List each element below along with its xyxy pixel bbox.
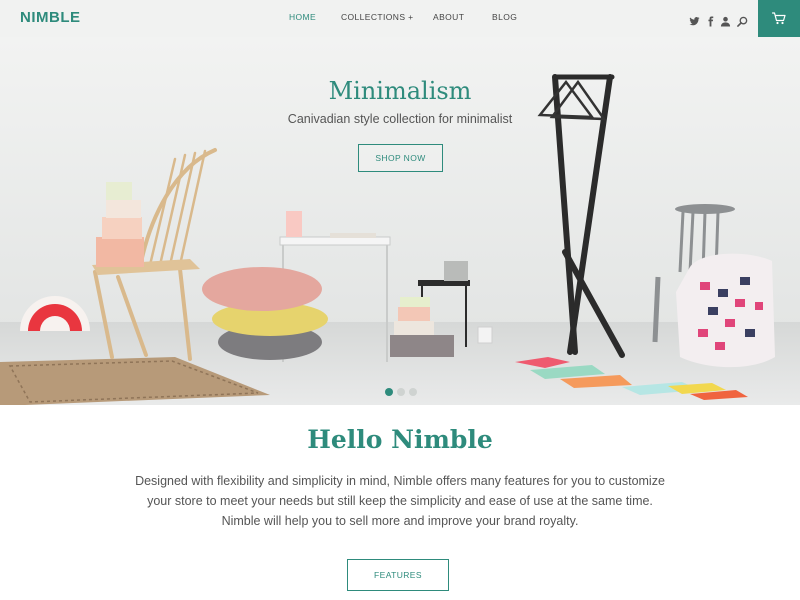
twitter-icon[interactable] <box>689 12 700 26</box>
floor-pillows <box>202 267 328 360</box>
features-button[interactable]: FEATURES <box>347 559 449 591</box>
intro-text: Designed with flexibility and simplicity… <box>110 471 690 531</box>
slider-dot-1[interactable] <box>385 388 393 396</box>
cart-icon <box>772 12 786 25</box>
slider-dot-2[interactable] <box>397 388 405 396</box>
hero-banner: Minimalism Canivadian style collection f… <box>0 37 800 405</box>
main-nav: HOME COLLECTIONS + ABOUT BLOG <box>0 0 800 37</box>
hero-subtitle: Canivadian style collection for minimali… <box>287 112 513 126</box>
nav-home[interactable]: HOME <box>289 12 316 22</box>
intro-line: Nimble will help you to sell more and im… <box>221 514 579 528</box>
site-header: NIMBLE HOME COLLECTIONS + ABOUT BLOG <box>0 0 800 37</box>
account-icon[interactable] <box>720 12 731 27</box>
nav-collections[interactable]: COLLECTIONS + <box>341 12 414 22</box>
nav-blog[interactable]: BLOG <box>492 12 517 22</box>
shop-now-button[interactable]: SHOP NOW <box>358 144 443 172</box>
patterned-blanket <box>676 253 775 368</box>
hero-title: Minimalism <box>328 77 472 105</box>
cup <box>477 326 493 344</box>
nav-about[interactable]: ABOUT <box>433 12 464 22</box>
facebook-icon[interactable] <box>705 12 716 27</box>
intro-line: Designed with flexibility and simplicity… <box>135 474 665 488</box>
intro-line: your store to meet your needs but still … <box>147 494 653 508</box>
search-icon[interactable] <box>737 12 748 27</box>
slider-dot-3[interactable] <box>409 388 417 396</box>
cart-button[interactable] <box>758 0 800 37</box>
intro-title: Hello Nimble <box>307 425 493 454</box>
